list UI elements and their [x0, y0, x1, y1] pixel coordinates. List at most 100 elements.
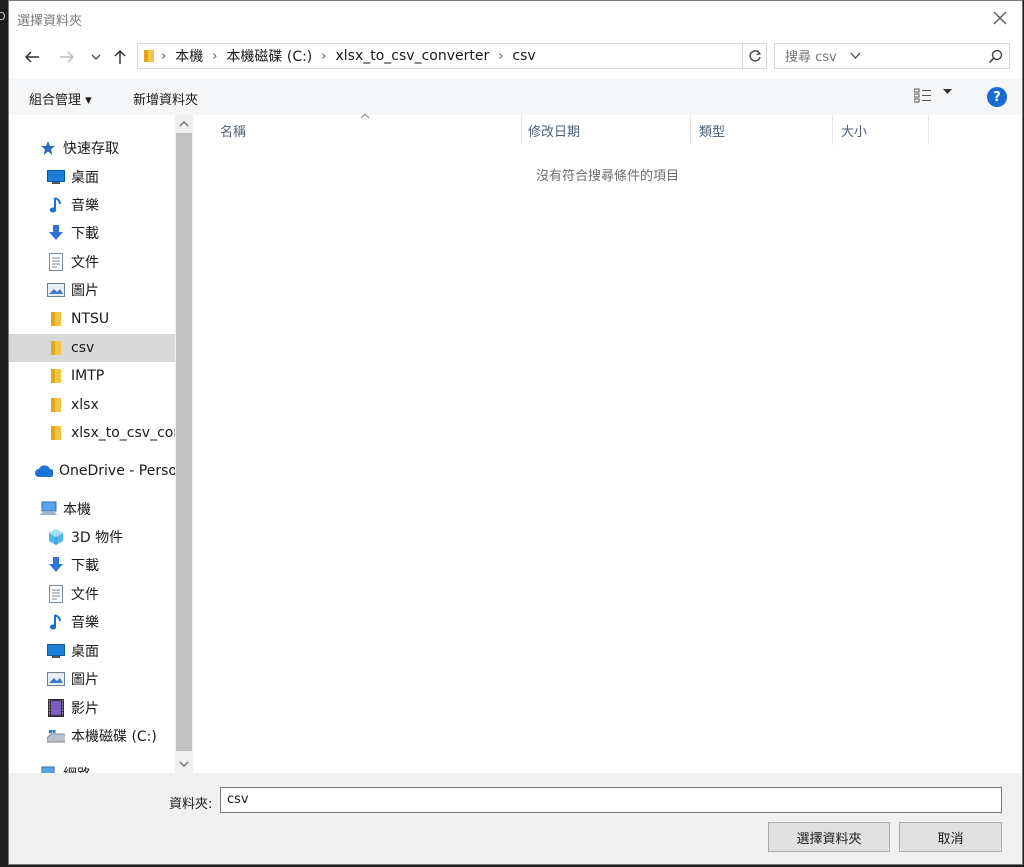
folder-icon — [47, 424, 65, 442]
refresh-icon — [748, 50, 761, 62]
column-header-size[interactable]: 大小 — [833, 115, 929, 145]
computer-icon — [39, 500, 57, 518]
search-box[interactable] — [774, 43, 1010, 69]
search-icon[interactable] — [988, 49, 1003, 64]
sidebar-item-label: 桌面 — [71, 644, 99, 660]
sidebar-onedrive[interactable]: OneDrive - Perso — [9, 457, 175, 485]
sidebar-item-csv[interactable]: csv — [9, 334, 175, 362]
column-header-label: 大小 — [841, 124, 868, 140]
title-bar: 選擇資料夾 — [9, 1, 1022, 37]
sidebar-item-desktop[interactable]: 桌面 — [9, 163, 175, 191]
sidebar-item-label: 下載 — [71, 558, 99, 574]
video-icon — [47, 699, 65, 717]
file-list: 名稱 修改日期 類型 大小 沒有符合搜尋條件的項目 — [193, 113, 1022, 773]
document-icon — [47, 253, 65, 271]
cube-3d-icon — [47, 528, 65, 546]
close-button[interactable] — [978, 1, 1022, 35]
sidebar-item-label: 3D 物件 — [71, 530, 124, 546]
command-bar: 組合管理 ▾ 新增資料夾 ? — [9, 79, 1022, 115]
recent-locations-button[interactable] — [85, 46, 107, 68]
sidebar-item-xlsx-to-csv-converter[interactable]: xlsx_to_csv_conv — [9, 419, 175, 447]
back-arrow-icon — [24, 51, 39, 63]
folder-field[interactable] — [220, 787, 1002, 813]
help-button[interactable]: ? — [987, 87, 1007, 107]
sidebar-item-local-disk[interactable]: 本機磁碟 (C:) — [9, 722, 175, 750]
select-folder-dialog: 選擇資料夾 › 本機 › 本機磁碟 (C:) › xlsx_to_csv_con… — [8, 0, 1023, 865]
folder-icon — [47, 339, 65, 357]
up-button[interactable] — [109, 46, 131, 68]
folder-icon — [47, 310, 65, 328]
folder-icon — [47, 367, 65, 385]
view-options-icon[interactable] — [914, 88, 932, 104]
sidebar-item-label: 桌面 — [71, 170, 99, 186]
sidebar-item-label: 文件 — [71, 255, 99, 271]
up-arrow-icon — [114, 49, 126, 64]
picture-icon — [47, 281, 65, 299]
sidebar-item-pictures[interactable]: 圖片 — [9, 276, 175, 304]
refresh-button[interactable] — [743, 43, 767, 69]
sidebar-item-pc-downloads[interactable]: 下載 — [9, 551, 175, 579]
sidebar-this-pc[interactable]: 本機 — [9, 495, 175, 523]
breadcrumb-chevron-icon: › — [212, 48, 218, 64]
forward-arrow-icon — [60, 51, 75, 63]
scrollbar-thumb[interactable] — [176, 133, 192, 751]
sort-ascending-icon — [360, 113, 370, 119]
breadcrumb-chevron-icon: › — [321, 48, 327, 64]
sidebar-item-label: 本機 — [63, 502, 91, 518]
sidebar-item-downloads[interactable]: 下載 — [9, 219, 175, 247]
music-icon — [47, 613, 65, 631]
sidebar-item-pc-videos[interactable]: 影片 — [9, 694, 175, 722]
sidebar-item-label: 圖片 — [71, 283, 99, 299]
new-folder-button[interactable]: 新增資料夾 — [133, 89, 198, 108]
sidebar-item-imtp[interactable]: IMTP — [9, 362, 175, 390]
download-icon — [47, 224, 65, 242]
close-icon — [993, 11, 1007, 25]
sidebar-item-pc-pictures[interactable]: 圖片 — [9, 665, 175, 693]
download-icon — [47, 556, 65, 574]
sidebar-item-label: xlsx_to_csv_conv — [71, 425, 175, 441]
column-header-name[interactable]: 名稱 — [212, 115, 522, 145]
breadcrumb-this-pc[interactable]: 本機 — [175, 46, 203, 66]
sidebar-item-pc-desktop[interactable]: 桌面 — [9, 637, 175, 665]
sidebar-item-pc-music[interactable]: 音樂 — [9, 608, 175, 636]
folder-icon — [144, 50, 154, 62]
view-dropdown-icon[interactable] — [943, 89, 952, 95]
breadcrumb-chevron-icon: › — [498, 48, 504, 64]
sidebar-item-3d-objects[interactable]: 3D 物件 — [9, 523, 175, 551]
search-input[interactable] — [783, 47, 977, 67]
scroll-down-arrow-icon[interactable] — [175, 755, 193, 773]
sidebar-item-music[interactable]: 音樂 — [9, 191, 175, 219]
cancel-button[interactable]: 取消 — [899, 822, 1002, 852]
sidebar-item-label: csv — [71, 340, 95, 356]
sidebar-item-label: 圖片 — [71, 672, 99, 688]
sidebar-network[interactable]: 網路 — [9, 760, 175, 773]
folder-icon — [47, 396, 65, 414]
address-bar[interactable]: › 本機 › 本機磁碟 (C:) › xlsx_to_csv_converter… — [137, 43, 861, 69]
star-icon — [39, 139, 57, 157]
sidebar-item-pc-documents[interactable]: 文件 — [9, 580, 175, 608]
column-header-label: 修改日期 — [528, 124, 581, 140]
organize-button[interactable]: 組合管理 ▾ — [29, 89, 92, 108]
scroll-up-arrow-icon[interactable] — [175, 115, 193, 133]
sidebar-item-ntsu[interactable]: NTSU — [9, 305, 175, 333]
forward-button[interactable] — [56, 46, 78, 68]
navigation-pane: 快速存取 桌面 音樂 下載 文件 圖片 NTSU csv IMTP xlsx x… — [9, 115, 175, 773]
music-icon — [47, 196, 65, 214]
picture-icon — [47, 670, 65, 688]
sidebar-item-documents[interactable]: 文件 — [9, 248, 175, 276]
chevron-down-icon — [91, 54, 101, 60]
breadcrumb-project-folder[interactable]: xlsx_to_csv_converter — [335, 48, 489, 64]
column-header-date-modified[interactable]: 修改日期 — [520, 115, 691, 145]
breadcrumb-current-folder[interactable]: csv — [512, 48, 535, 64]
select-folder-button[interactable]: 選擇資料夾 — [768, 822, 890, 852]
folder-name-input[interactable] — [225, 791, 989, 808]
background-glyph: O — [0, 10, 6, 23]
sidebar-quick-access[interactable]: 快速存取 — [9, 134, 175, 162]
document-icon — [47, 585, 65, 603]
sidebar-item-xlsx[interactable]: xlsx — [9, 391, 175, 419]
back-button[interactable] — [21, 46, 43, 68]
sidebar-item-label: 快速存取 — [63, 141, 119, 157]
breadcrumb-local-disk[interactable]: 本機磁碟 (C:) — [226, 46, 312, 66]
navigation-scrollbar[interactable] — [175, 115, 193, 773]
column-header-type[interactable]: 類型 — [691, 115, 833, 145]
